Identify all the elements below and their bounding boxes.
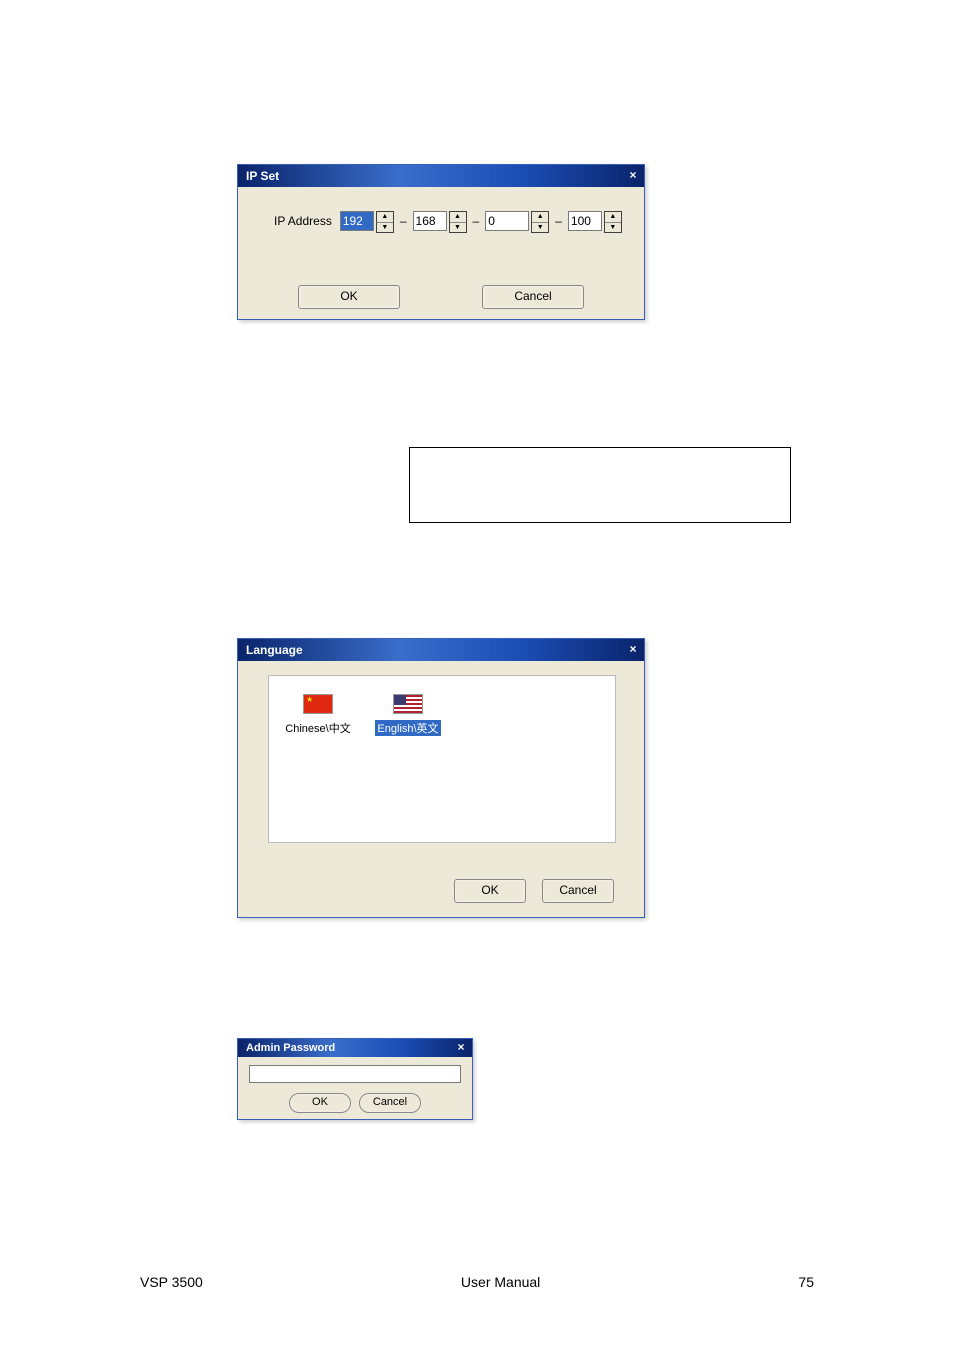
- separator: –: [400, 214, 407, 228]
- admin-password-body: OK Cancel: [238, 1057, 472, 1119]
- arrow-down-icon[interactable]: ▼: [532, 223, 548, 233]
- arrow-up-icon[interactable]: ▲: [532, 212, 548, 223]
- cancel-button[interactable]: Cancel: [482, 285, 584, 309]
- arrow-down-icon[interactable]: ▼: [377, 223, 393, 233]
- ip-set-dialog: IP Set × IP Address 192 ▲ ▼ – 168 ▲: [237, 164, 645, 320]
- language-list-panel: Chinese\中文 English\英文: [268, 675, 616, 843]
- close-icon[interactable]: ×: [454, 1041, 468, 1055]
- arrow-down-icon[interactable]: ▼: [605, 223, 621, 233]
- ip-octet-4-spinner[interactable]: ▲ ▼: [604, 211, 622, 233]
- ip-octet-2-group: 168 ▲ ▼: [413, 211, 467, 231]
- ok-button[interactable]: OK: [298, 285, 400, 309]
- ip-address-row: IP Address 192 ▲ ▼ – 168 ▲ ▼ –: [274, 211, 622, 231]
- language-item-chinese[interactable]: Chinese\中文: [283, 694, 353, 736]
- ip-octet-3-group: 0 ▲ ▼: [485, 211, 549, 231]
- placeholder-box: [409, 447, 791, 523]
- footer-page-number: 75: [798, 1274, 814, 1290]
- ip-octet-3-spinner[interactable]: ▲ ▼: [531, 211, 549, 233]
- separator: –: [555, 214, 562, 228]
- language-label-chinese: Chinese\中文: [285, 720, 350, 736]
- ok-button[interactable]: OK: [289, 1093, 351, 1113]
- ip-octet-1-group: 192 ▲ ▼: [340, 211, 394, 231]
- language-items: Chinese\中文 English\英文: [269, 676, 615, 754]
- language-dialog: Language × Chinese\中文 English\英文 OK: [237, 638, 645, 918]
- ip-set-titlebar: IP Set ×: [238, 165, 644, 187]
- arrow-down-icon[interactable]: ▼: [450, 223, 466, 233]
- flag-usa-icon: [393, 694, 423, 714]
- flag-china-icon: [303, 694, 333, 714]
- language-body: Chinese\中文 English\英文 OK Cancel: [238, 661, 644, 917]
- language-button-row: OK Cancel: [454, 879, 614, 903]
- ip-octet-2-spinner[interactable]: ▲ ▼: [449, 211, 467, 233]
- ip-address-label: IP Address: [274, 214, 332, 228]
- admin-button-row: OK Cancel: [246, 1093, 464, 1113]
- close-icon[interactable]: ×: [626, 643, 640, 657]
- admin-password-dialog: Admin Password × OK Cancel: [237, 1038, 473, 1120]
- ip-octet-4-group: 100 ▲ ▼: [568, 211, 622, 231]
- admin-password-titlebar: Admin Password ×: [238, 1039, 472, 1057]
- arrow-up-icon[interactable]: ▲: [377, 212, 393, 223]
- page-footer: VSP 3500 User Manual 75: [0, 1274, 954, 1290]
- language-title: Language: [246, 643, 303, 657]
- separator: –: [473, 214, 480, 228]
- ip-set-body: IP Address 192 ▲ ▼ – 168 ▲ ▼ –: [238, 187, 644, 319]
- language-titlebar: Language ×: [238, 639, 644, 661]
- language-label-english: English\英文: [375, 720, 440, 736]
- cancel-button[interactable]: Cancel: [542, 879, 614, 903]
- ip-octet-4-input[interactable]: 100: [568, 211, 602, 231]
- ip-octet-3-input[interactable]: 0: [485, 211, 529, 231]
- arrow-up-icon[interactable]: ▲: [450, 212, 466, 223]
- footer-product: VSP 3500: [140, 1274, 203, 1290]
- ip-octet-2-input[interactable]: 168: [413, 211, 447, 231]
- admin-password-title: Admin Password: [246, 1042, 335, 1054]
- arrow-up-icon[interactable]: ▲: [605, 212, 621, 223]
- ok-button[interactable]: OK: [454, 879, 526, 903]
- ip-octet-1-spinner[interactable]: ▲ ▼: [376, 211, 394, 233]
- cancel-button[interactable]: Cancel: [359, 1093, 421, 1113]
- password-input[interactable]: [249, 1065, 461, 1083]
- close-icon[interactable]: ×: [626, 169, 640, 183]
- footer-doc-title: User Manual: [461, 1274, 540, 1290]
- ip-set-title: IP Set: [246, 169, 279, 183]
- ip-set-button-row: OK Cancel: [238, 285, 644, 309]
- ip-octet-1-input[interactable]: 192: [340, 211, 374, 231]
- language-item-english[interactable]: English\英文: [373, 694, 443, 736]
- document-page: IP Set × IP Address 192 ▲ ▼ – 168 ▲: [0, 0, 954, 1350]
